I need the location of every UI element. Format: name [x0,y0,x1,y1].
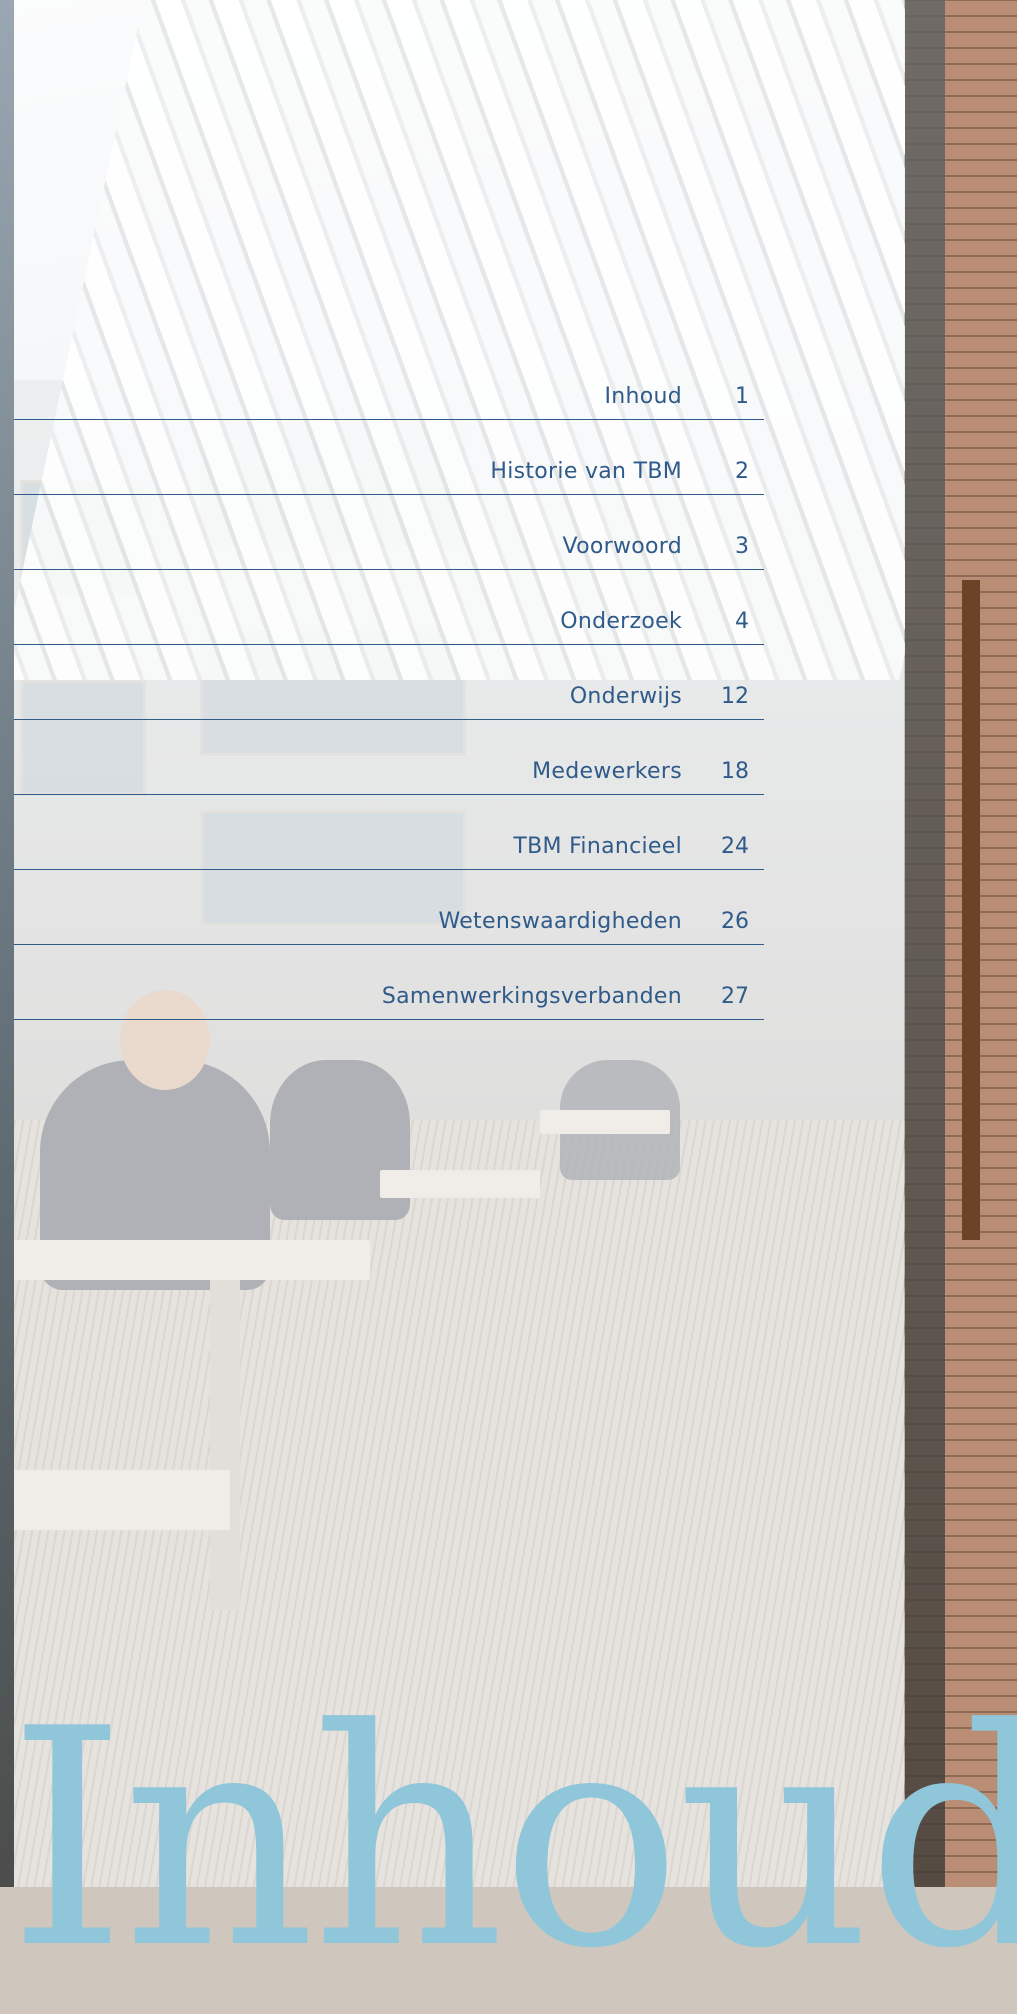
toc-item-samenwerkingsverbanden[interactable]: Samenwerkingsverbanden 27 [14,945,764,1020]
toc-item-title: Historie van TBM [490,459,682,484]
toc-item-title: Voorwoord [562,534,682,559]
left-edge-photo [0,0,14,1887]
toc-item-page: 26 [721,909,749,934]
toc-item-financieel[interactable]: TBM Financieel 24 [14,795,764,870]
toc-item-onderzoek[interactable]: Onderzoek 4 [14,570,764,645]
toc-item-title: Wetenswaardigheden [438,909,682,934]
toc-item-page: 4 [735,609,749,634]
wooden-post [962,580,980,1240]
toc-item-title: Onderwijs [569,684,682,709]
toc-item-title: TBM Financieel [513,834,682,859]
toc-item-page: 3 [735,534,749,559]
toc-item-voorwoord[interactable]: Voorwoord 3 [14,495,764,570]
toc-item-inhoud[interactable]: Inhoud 1 [14,345,764,420]
toc-item-page: 1 [735,384,749,409]
table-of-contents: Inhoud 1 Historie van TBM 2 Voorwoord 3 … [14,345,764,1020]
toc-item-onderwijs[interactable]: Onderwijs 12 [14,645,764,720]
toc-item-title: Medewerkers [532,759,682,784]
toc-item-title: Onderzoek [560,609,682,634]
toc-item-page: 12 [721,684,749,709]
toc-item-historie[interactable]: Historie van TBM 2 [14,420,764,495]
toc-item-wetenswaardigheden[interactable]: Wetenswaardigheden 26 [14,870,764,945]
toc-item-page: 2 [735,459,749,484]
toc-item-title: Inhoud [604,384,682,409]
toc-item-page: 18 [721,759,749,784]
toc-item-title: Samenwerkingsverbanden [381,984,682,1009]
toc-item-page: 24 [721,834,749,859]
wall-shadow [905,0,945,1887]
toc-item-medewerkers[interactable]: Medewerkers 18 [14,720,764,795]
page-title: Inhoud [8,1665,1017,2014]
toc-item-page: 27 [721,984,749,1009]
